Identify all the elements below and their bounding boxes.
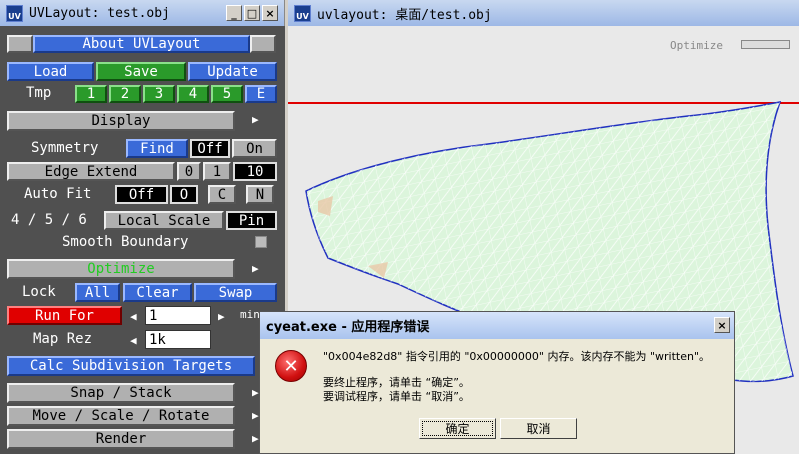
local-scale-button[interactable]: Local Scale: [104, 211, 224, 230]
load-button[interactable]: Load: [7, 62, 94, 81]
tmp-slot-3[interactable]: 3: [143, 85, 175, 103]
display-section[interactable]: Display: [7, 111, 235, 131]
optimize-expand-icon[interactable]: ▶: [252, 262, 259, 275]
calc-subdivision-targets-button[interactable]: Calc Subdivision Targets: [7, 356, 255, 376]
move-scale-rotate-section[interactable]: Move / Scale / Rotate: [7, 406, 235, 426]
tmp-slot-2[interactable]: 2: [109, 85, 141, 103]
tmp-slot-5[interactable]: 5: [211, 85, 243, 103]
autofit-off-button[interactable]: Off: [115, 185, 168, 204]
run-for-input[interactable]: 1: [145, 306, 211, 325]
tmp-slot-e[interactable]: E: [245, 85, 277, 103]
uvlayout-app-icon: UV: [294, 4, 311, 22]
autofit-o-button[interactable]: O: [170, 185, 198, 204]
dialog-message-line3: 要调试程序，请单击 “取消”。: [323, 390, 470, 403]
snap-stack-section[interactable]: Snap / Stack: [7, 383, 235, 403]
smooth-boundary-label: Smooth Boundary: [62, 234, 189, 250]
display-expand-icon[interactable]: ▶: [252, 113, 259, 126]
run-for-increment-icon[interactable]: ▶: [218, 310, 225, 323]
run-for-decrement-icon[interactable]: ◀: [130, 310, 137, 323]
lock-label: Lock: [22, 284, 56, 300]
run-for-button[interactable]: Run For: [7, 306, 122, 325]
tmp-slot-4[interactable]: 4: [177, 85, 209, 103]
ok-button[interactable]: 确定: [419, 418, 496, 439]
map-rez-input[interactable]: 1k: [145, 330, 211, 349]
symmetry-label: Symmetry: [31, 140, 99, 156]
lock-swap-button[interactable]: Swap: [194, 283, 277, 302]
edge-extend-10[interactable]: 10: [233, 162, 277, 181]
dialog-titlebar[interactable]: cyeat.exe - 应用程序错误 ×: [260, 312, 734, 339]
render-expand-icon[interactable]: ▶: [252, 432, 259, 445]
symmetry-on-button[interactable]: On: [232, 139, 277, 158]
local-scale-hotkeys: 4 / 5 / 6: [11, 212, 87, 228]
cancel-button[interactable]: 取消: [500, 418, 577, 439]
snap-stack-expand-icon[interactable]: ▶: [252, 386, 259, 399]
run-for-unit: min: [240, 308, 260, 321]
tmp-label: Tmp: [26, 85, 52, 101]
about-button[interactable]: About UVLayout: [33, 35, 250, 53]
smooth-boundary-checkbox[interactable]: [255, 236, 267, 248]
uvlayout-app-icon: UV: [6, 4, 23, 22]
move-scale-rotate-expand-icon[interactable]: ▶: [252, 409, 259, 422]
viewport-titlebar[interactable]: UV uvlayout: 桌面/test.obj: [288, 0, 799, 26]
autofit-label: Auto Fit: [24, 186, 92, 202]
update-button[interactable]: Update: [188, 62, 277, 81]
autofit-n-button[interactable]: N: [246, 185, 274, 204]
dialog-title: cyeat.exe - 应用程序错误: [266, 320, 430, 335]
lock-all-button[interactable]: All: [75, 283, 120, 302]
dialog-close-button[interactable]: ×: [714, 317, 730, 333]
tmp-slot-1[interactable]: 1: [75, 85, 107, 103]
minimize-button[interactable]: _: [226, 5, 242, 21]
collapse-left-handle[interactable]: [7, 35, 33, 53]
close-button[interactable]: ×: [262, 5, 278, 21]
panel-titlebar[interactable]: UV UVLayout: test.obj _ □ ×: [0, 0, 284, 26]
edge-extend-1[interactable]: 1: [203, 162, 231, 181]
map-rez-label: Map Rez: [33, 331, 93, 347]
lock-clear-button[interactable]: Clear: [123, 283, 192, 302]
pin-button[interactable]: Pin: [226, 211, 277, 230]
render-section[interactable]: Render: [7, 429, 235, 449]
maximize-button[interactable]: □: [244, 5, 260, 21]
edge-extend-button[interactable]: Edge Extend: [7, 162, 175, 181]
save-button[interactable]: Save: [96, 62, 186, 81]
map-rez-decrement-icon[interactable]: ◀: [130, 334, 137, 347]
symmetry-find-button[interactable]: Find: [126, 139, 188, 158]
error-icon: ✕: [275, 350, 307, 382]
viewport-title: uvlayout: 桌面/test.obj: [317, 7, 492, 23]
panel-title: UVLayout: test.obj: [29, 5, 170, 21]
application-error-dialog: cyeat.exe - 应用程序错误 × ✕ "0x004e82d8" 指令引用…: [259, 311, 735, 454]
optimize-section[interactable]: Optimize: [7, 259, 235, 279]
autofit-c-button[interactable]: C: [208, 185, 236, 204]
uvlayout-panel-window: UV UVLayout: test.obj _ □ × About UVLayo…: [0, 0, 285, 454]
symmetry-off-button[interactable]: Off: [190, 139, 230, 158]
edge-extend-0[interactable]: 0: [177, 162, 201, 181]
dialog-message-line1: "0x004e82d8" 指令引用的 "0x00000000" 内存。该内存不能…: [323, 350, 711, 363]
collapse-right-handle[interactable]: [250, 35, 276, 53]
